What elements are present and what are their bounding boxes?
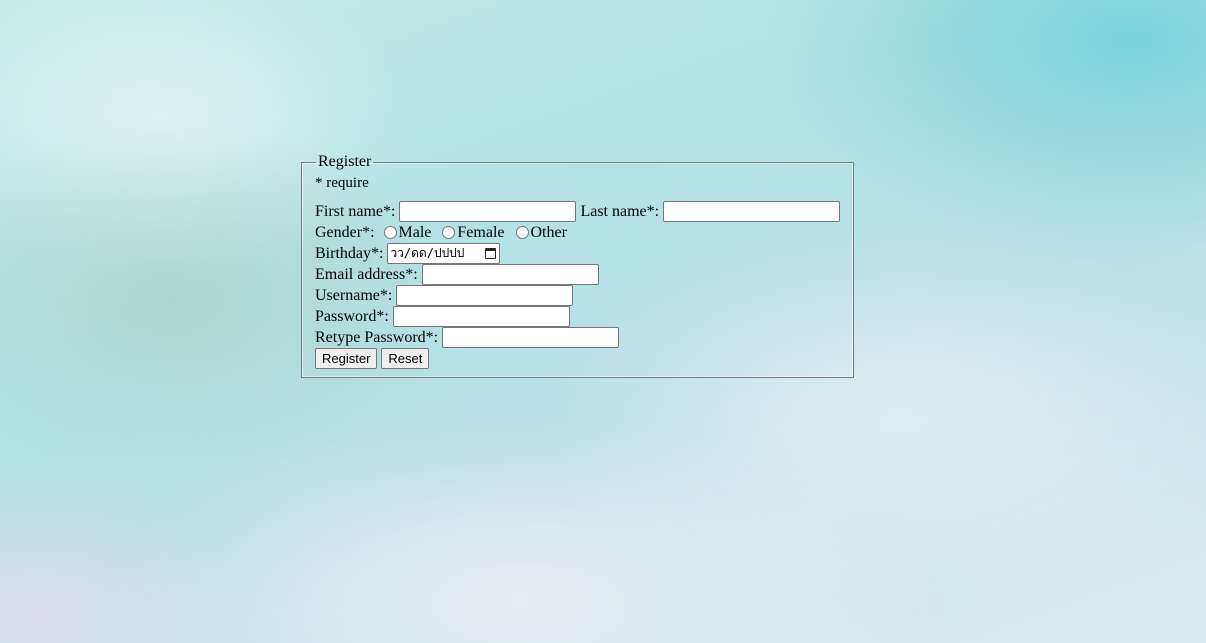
- birthday-date-input[interactable]: วว/ดด/ปปปป: [387, 243, 501, 264]
- first-name-label: First name*:: [315, 202, 396, 220]
- email-label: Email address*:: [315, 265, 418, 283]
- email-row: Email address*:: [315, 264, 841, 285]
- form-legend: Register: [318, 153, 372, 170]
- password-label: Password*:: [315, 307, 389, 325]
- last-name-input[interactable]: [663, 201, 841, 222]
- register-button[interactable]: Register: [315, 348, 378, 369]
- birthday-label: Birthday*:: [315, 244, 384, 262]
- reset-button[interactable]: Reset: [381, 348, 430, 369]
- gender-label: Gender*:: [315, 223, 375, 241]
- gender-female-label[interactable]: Female: [457, 224, 504, 242]
- retype-password-row: Retype Password*:: [315, 327, 841, 348]
- retype-password-label: Retype Password*:: [315, 328, 439, 346]
- birthday-row: Birthday*: วว/ดด/ปปปป: [315, 243, 841, 264]
- button-row: Register Reset: [315, 348, 841, 369]
- gender-other-radio[interactable]: [515, 226, 529, 239]
- last-name-label: Last name*:: [580, 202, 660, 220]
- register-fieldset: Register * require First name*: Last nam…: [301, 154, 854, 378]
- first-name-input[interactable]: [399, 201, 577, 222]
- password-row: Password*:: [315, 306, 841, 327]
- gender-male-label[interactable]: Male: [399, 224, 432, 242]
- username-label: Username*:: [315, 286, 393, 304]
- retype-password-input[interactable]: [442, 327, 620, 348]
- gender-male-radio[interactable]: [383, 226, 397, 239]
- calendar-icon[interactable]: [485, 248, 497, 259]
- gender-row: Gender*: Male Female Other: [315, 222, 841, 243]
- birthday-placeholder: วว/ดด/ปปปป: [390, 246, 465, 260]
- name-row: First name*: Last name*:: [315, 201, 841, 222]
- email-input[interactable]: [421, 264, 599, 285]
- password-input[interactable]: [392, 306, 570, 327]
- username-input[interactable]: [396, 285, 574, 306]
- required-note: * require: [315, 175, 369, 191]
- gender-other-label[interactable]: Other: [531, 224, 567, 242]
- username-row: Username*:: [315, 285, 841, 306]
- gender-female-radio[interactable]: [442, 226, 456, 239]
